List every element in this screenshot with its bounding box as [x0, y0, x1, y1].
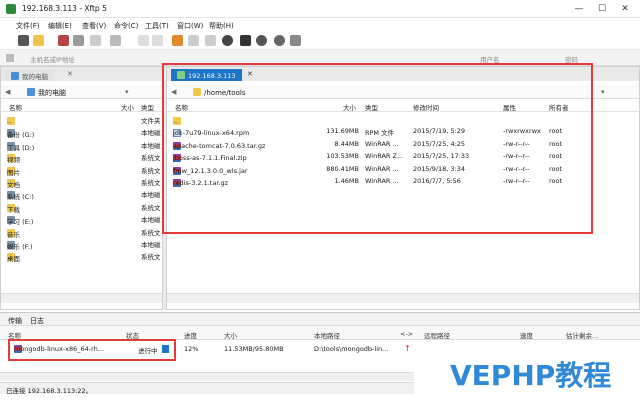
- address-book-icon[interactable]: [6, 54, 14, 62]
- local-path-bar[interactable]: ◀ 我的电脑 ▾: [1, 85, 162, 99]
- host-input[interactable]: 主机名或IP地址: [30, 54, 75, 64]
- sync-icon[interactable]: [188, 35, 199, 46]
- local-file-list: .. 文件夹 备份 (G:) 本地磁 工具 (D:) 本地磁 视频 系统文 图片 系统文 文档 系统文…: [1, 113, 162, 303]
- item-type: 本地磁: [141, 141, 161, 150]
- tab-log[interactable]: 日志: [30, 316, 44, 326]
- col-remote-path[interactable]: 远程路径: [424, 330, 450, 340]
- menu-view[interactable]: 查看(V): [82, 21, 106, 31]
- menu-help[interactable]: 帮助(H): [209, 21, 234, 31]
- help-icon[interactable]: [274, 35, 285, 46]
- toolbar: [0, 32, 640, 50]
- new-session-icon[interactable]: [18, 35, 29, 46]
- menu-edit[interactable]: 编辑(E): [48, 21, 72, 31]
- item-type: 本地磁: [141, 216, 161, 225]
- highlight-box-remote: [162, 63, 593, 234]
- local-list-item[interactable]: 系统 (C:) 本地磁: [1, 187, 162, 201]
- local-list-item[interactable]: .. 文件夹: [1, 113, 162, 125]
- local-list-item[interactable]: 文档 系统文: [1, 175, 162, 189]
- display-icon[interactable]: [110, 35, 121, 46]
- maximize-button[interactable]: ☐: [591, 2, 613, 16]
- highlight-box-transfer: [8, 339, 176, 361]
- menu-command[interactable]: 命令(C): [114, 21, 138, 31]
- local-list-item[interactable]: 桌面 系统文: [1, 249, 162, 264]
- local-list-item[interactable]: 图片 系统文: [1, 163, 162, 177]
- menu-bar: 文件(F) 编辑(E) 查看(V) 命令(C) 工具(T) 窗口(W) 帮助(H…: [0, 18, 640, 32]
- transfer-column-header: 名称 状态 进度 大小 本地路径 <-> 远程路径 速度 估计剩余...: [0, 326, 640, 340]
- close-tab-icon[interactable]: ✕: [67, 70, 73, 78]
- col-type[interactable]: 类型: [141, 102, 154, 112]
- minimize-button[interactable]: —: [568, 2, 590, 16]
- item-type: 本地磁: [141, 191, 161, 200]
- xftp-logo-icon: [6, 4, 16, 14]
- item-type: 本地磁: [141, 241, 161, 249]
- col-size[interactable]: 大小: [224, 330, 237, 340]
- item-type: 本地磁: [141, 129, 161, 138]
- xshell-icon[interactable]: [222, 35, 233, 46]
- menu-file[interactable]: 文件(F): [16, 21, 40, 31]
- item-name: 桌面: [7, 255, 20, 264]
- item-type: 系统文: [141, 253, 161, 262]
- refresh-icon[interactable]: [90, 35, 101, 46]
- status-text: 已连接 192.168.3.113:22。: [6, 387, 93, 395]
- col-size[interactable]: 大小: [121, 102, 134, 112]
- item-name: ..: [7, 117, 12, 125]
- watermark: VEPHP教程: [414, 346, 640, 400]
- item-type: 系统文: [141, 166, 161, 175]
- window-title: 192.168.3.113 - Xftp 5: [22, 4, 107, 13]
- transfer-scrollbar[interactable]: [0, 372, 414, 381]
- tab-local[interactable]: 我的电脑: [5, 69, 54, 81]
- remote-scrollbar[interactable]: [167, 293, 639, 303]
- chevron-down-icon[interactable]: ▾: [125, 88, 129, 96]
- fish-icon[interactable]: [240, 35, 251, 46]
- col-progress[interactable]: 进度: [184, 330, 197, 340]
- chevron-down-icon[interactable]: ▾: [601, 88, 605, 96]
- transfer-icon[interactable]: [172, 35, 183, 46]
- local-list-item[interactable]: 音乐 系统文: [1, 225, 162, 239]
- col-direction[interactable]: <->: [400, 330, 413, 338]
- back-arrow-icon[interactable]: ◀: [5, 88, 10, 96]
- local-list-item[interactable]: 备份 (G:) 本地磁: [1, 125, 162, 139]
- col-name[interactable]: 名称: [9, 102, 22, 112]
- local-scrollbar[interactable]: [1, 293, 162, 303]
- item-type: 文件夹: [141, 117, 161, 125]
- item-type: 系统文: [141, 228, 161, 237]
- menu-tools[interactable]: 工具(T): [145, 21, 169, 31]
- item-type: 系统文: [141, 203, 161, 212]
- col-local-path[interactable]: 本地路径: [314, 330, 340, 340]
- computer-icon: [11, 72, 19, 80]
- chat-icon[interactable]: [290, 35, 301, 46]
- local-path: 我的电脑: [38, 89, 66, 97]
- item-type: 系统文: [141, 154, 161, 163]
- tab-transfers[interactable]: 传输: [8, 316, 22, 326]
- local-list-item[interactable]: 视频 系统文: [1, 150, 162, 164]
- transfer-local-path: D:\tools\mongodb-lin...: [314, 345, 389, 353]
- layout-icon[interactable]: [205, 35, 216, 46]
- close-button[interactable]: ✕: [614, 2, 636, 16]
- local-list-item[interactable]: 下载 系统文: [1, 200, 162, 214]
- open-folder-icon[interactable]: [33, 35, 44, 46]
- connect-icon[interactable]: [58, 35, 69, 46]
- paste-icon[interactable]: [152, 35, 163, 46]
- disconnect-icon[interactable]: [73, 35, 84, 46]
- local-column-header: 名称 大小 类型: [1, 100, 162, 112]
- col-speed[interactable]: 速度: [520, 330, 533, 340]
- local-list-item[interactable]: 娱乐 (F:) 本地磁: [1, 237, 162, 251]
- transfer-progress: 12%: [184, 345, 199, 353]
- local-list-item[interactable]: 学习 (E:) 本地磁: [1, 212, 162, 226]
- watermark-text: VEPHP教程: [450, 359, 612, 392]
- transfer-size: 11.53MB/95.80MB: [224, 345, 284, 353]
- local-list-item[interactable]: 工具 (D:) 本地磁: [1, 138, 162, 152]
- item-type: 系统文: [141, 179, 161, 187]
- computer-icon: [27, 88, 35, 96]
- local-pane: 我的电脑 ✕ ◀ 我的电脑 ▾ 名称 大小 类型 .. 文件夹 备份 (G:) 本地磁…: [0, 66, 163, 310]
- copy-icon[interactable]: [138, 35, 149, 46]
- menu-window[interactable]: 窗口(W): [177, 21, 203, 31]
- col-eta[interactable]: 估计剩余...: [566, 330, 598, 340]
- upload-arrow-icon: ↑: [404, 344, 411, 353]
- title-bar: 192.168.3.113 - Xftp 5 — ☐ ✕: [0, 0, 640, 18]
- tab-local-label: 我的电脑: [22, 73, 48, 81]
- transfer-tabs: 传输 日志: [0, 312, 640, 326]
- gear-icon[interactable]: [256, 35, 267, 46]
